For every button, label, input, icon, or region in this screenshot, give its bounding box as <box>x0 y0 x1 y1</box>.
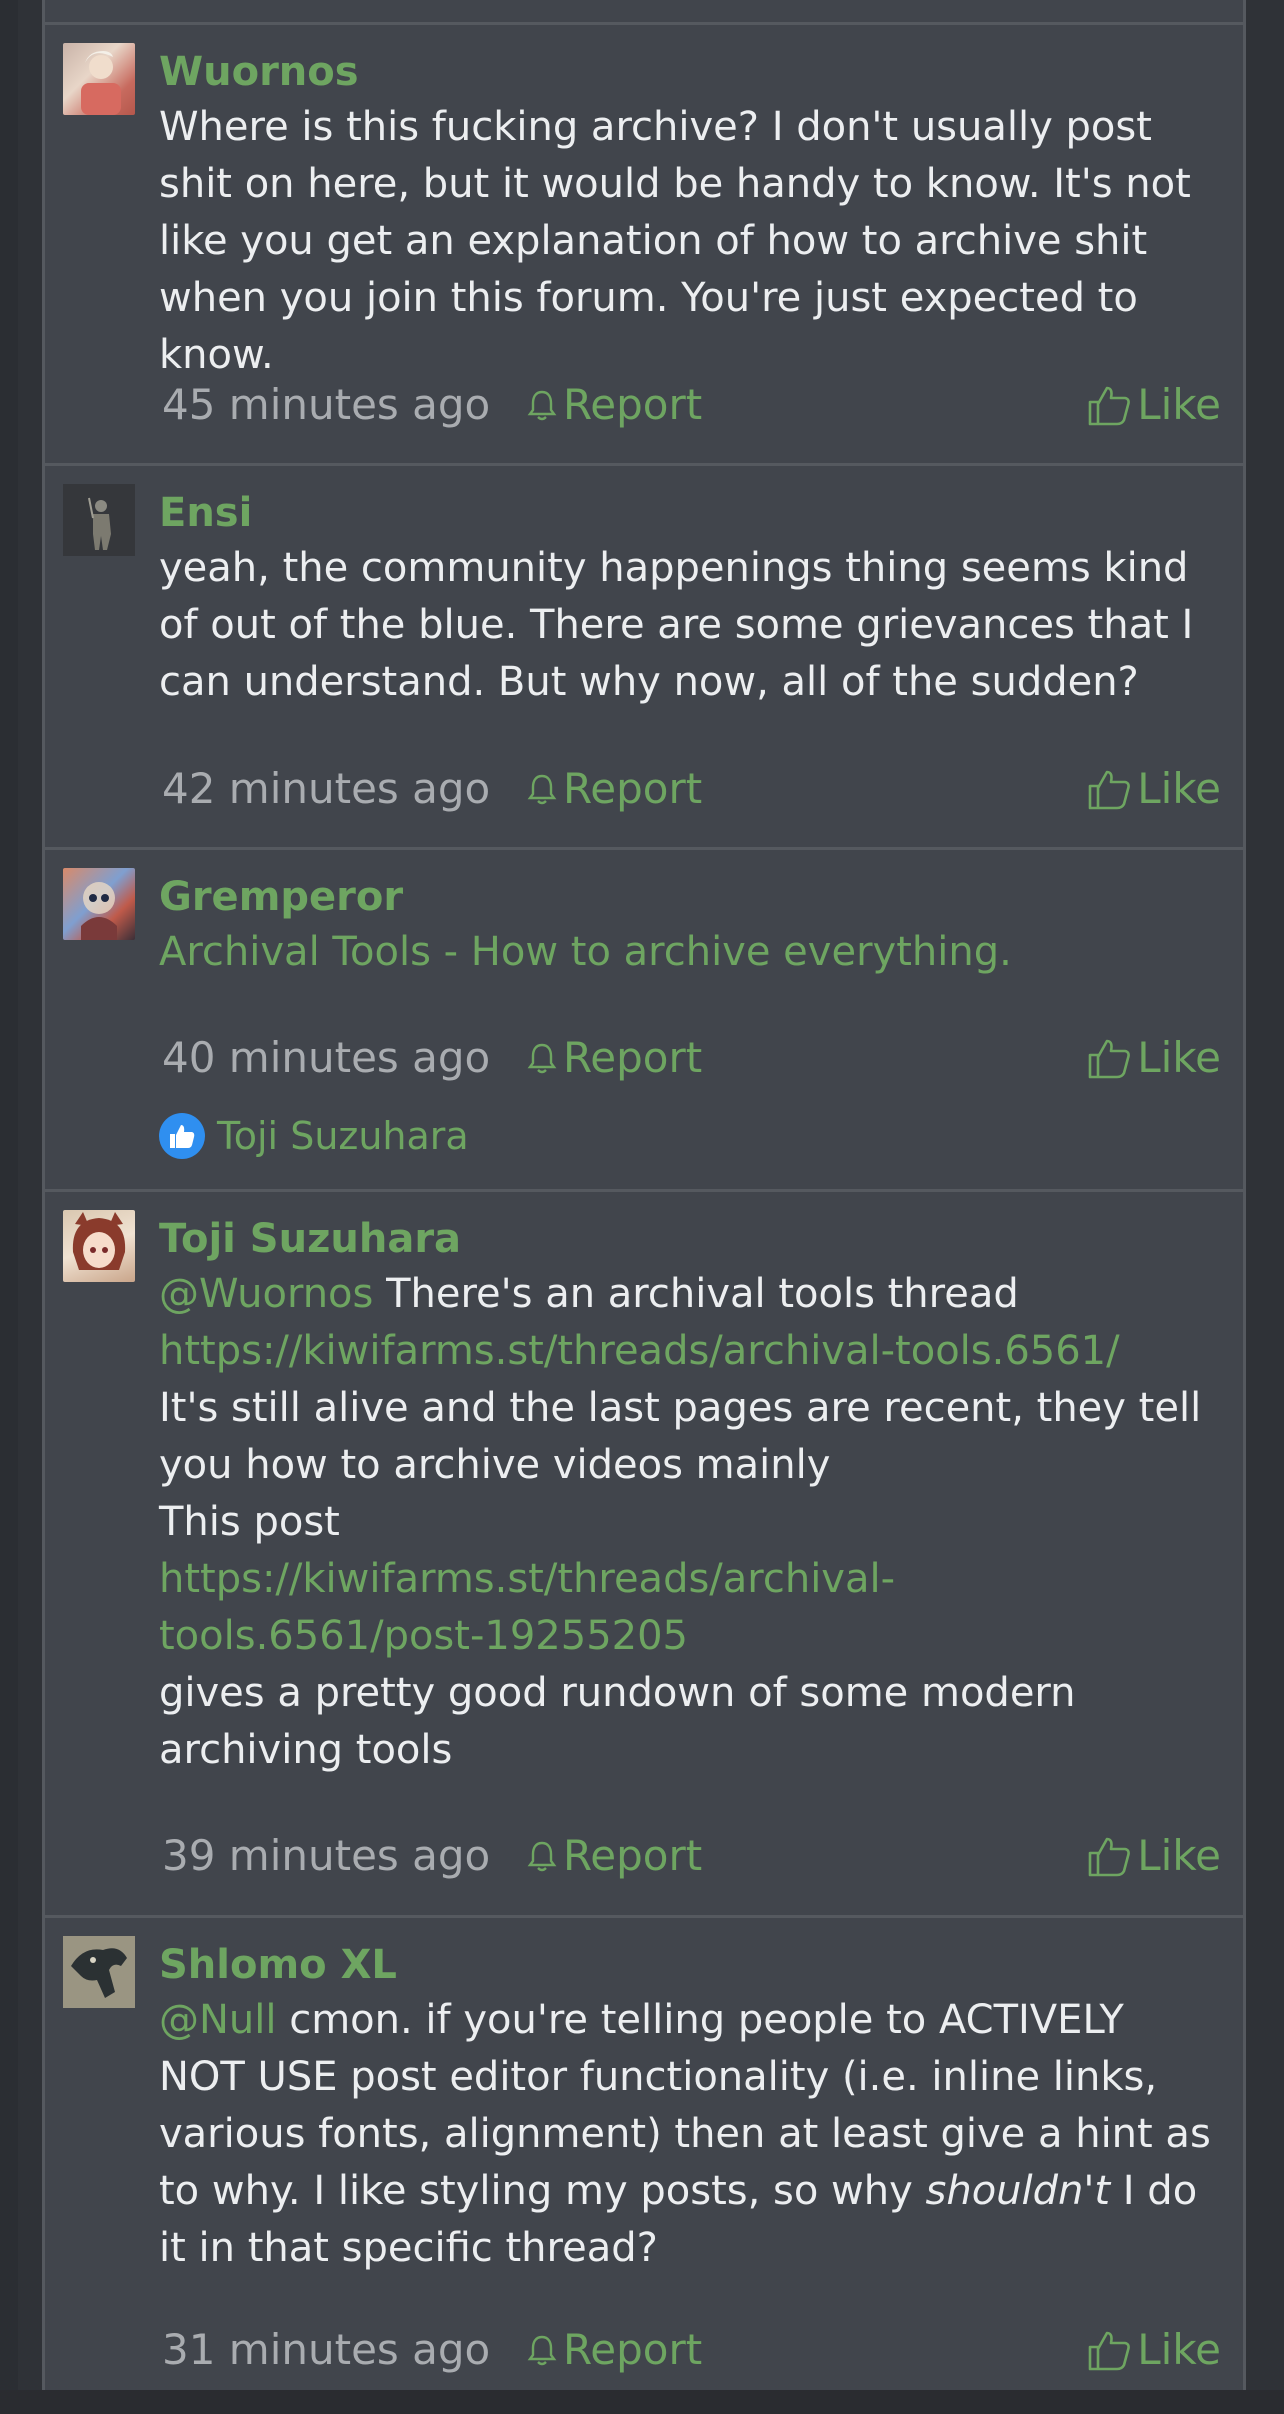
thread-container: Wuornos Where is this fucking archive? I… <box>42 0 1246 2390</box>
post-ensi: Ensi yeah, the community happenings thin… <box>45 466 1243 850</box>
bell-icon <box>527 390 557 421</box>
thumbs-up-icon <box>1088 386 1131 426</box>
like-button[interactable]: Like <box>1087 761 1221 817</box>
bell-icon <box>527 2335 557 2366</box>
bottom-bar <box>0 2390 1284 2414</box>
post-timestamp[interactable]: 42 minutes ago <box>162 761 490 817</box>
reacted-user-link[interactable]: Toji Suzuhara <box>217 1114 469 1158</box>
post-timestamp[interactable]: 40 minutes ago <box>162 1030 490 1086</box>
reactions-bar: Toji Suzuhara <box>159 1110 469 1162</box>
thumbs-up-icon <box>1088 1039 1131 1079</box>
post-timestamp[interactable]: 31 minutes ago <box>162 2322 490 2378</box>
avatar-figure-icon <box>63 484 135 556</box>
post-url-link[interactable]: https://kiwifarms.st/threads/archival-to… <box>159 1556 895 1659</box>
post-author[interactable]: Wuornos <box>159 45 1221 99</box>
post-actions: 42 minutes ago Report Like <box>162 761 1221 817</box>
report-button[interactable]: Report <box>527 377 702 433</box>
report-label: Report <box>563 2325 703 2374</box>
thumbs-up-icon <box>1088 2331 1131 2371</box>
post-author[interactable]: Gremperor <box>159 870 1221 924</box>
avatar-portrait-icon <box>81 51 121 115</box>
avatar-creature-icon <box>63 1936 135 2008</box>
thread-link[interactable]: Archival Tools - How to archive everythi… <box>159 929 1012 975</box>
post-author[interactable]: Shlomo XL <box>159 1938 1221 1992</box>
post-url-part: https://kiwifarms.st/threads/archival- <box>159 1556 896 1602</box>
user-mention[interactable]: @Wuornos <box>159 1271 373 1317</box>
body-emphasis: shouldn't <box>925 2168 1111 2214</box>
report-label: Report <box>563 1831 703 1880</box>
post-actions: 31 minutes ago Report Like <box>162 2322 1221 2378</box>
bell-icon <box>527 1043 557 1074</box>
post-body: @Wuornos There's an archival tools threa… <box>159 1266 1221 1779</box>
post-shlomo: Shlomo XL @Null cmon. if you're telling … <box>45 1918 1243 2398</box>
avatar[interactable] <box>63 1936 135 2008</box>
user-mention[interactable]: @Null <box>159 1997 277 2043</box>
like-label: Like <box>1137 1033 1221 1082</box>
body-line: There's an archival tools thread <box>386 1271 1019 1317</box>
post-actions: 40 minutes ago Report Like <box>162 1030 1221 1086</box>
report-button[interactable]: Report <box>527 761 702 817</box>
avatar[interactable] <box>63 868 135 940</box>
post-body: @Null cmon. if you're telling people to … <box>159 1992 1221 2277</box>
avatar[interactable] <box>63 484 135 556</box>
bell-icon <box>527 1841 557 1872</box>
body-line: It's still alive and the last pages are … <box>159 1385 1202 1488</box>
post-body: Where is this fucking archive? I don't u… <box>159 104 1191 378</box>
report-button[interactable]: Report <box>527 1828 702 1884</box>
post-author[interactable]: Toji Suzuhara <box>159 1212 1221 1266</box>
post-toji: Toji Suzuhara @Wuornos There's an archiv… <box>45 1192 1243 1918</box>
report-label: Report <box>563 1033 703 1082</box>
post-wuornos: Wuornos Where is this fucking archive? I… <box>45 25 1243 466</box>
post-author[interactable]: Ensi <box>159 486 1221 540</box>
like-button[interactable]: Like <box>1087 377 1221 433</box>
post-timestamp[interactable]: 39 minutes ago <box>162 1828 490 1884</box>
thumbs-up-icon <box>1088 770 1131 810</box>
report-button[interactable]: Report <box>527 2322 702 2378</box>
like-label: Like <box>1137 380 1221 429</box>
post-gremperor: Gremperor Archival Tools - How to archiv… <box>45 850 1243 1192</box>
like-button[interactable]: Like <box>1087 1828 1221 1884</box>
thumbs-up-icon <box>1088 1837 1131 1877</box>
post-timestamp[interactable]: 45 minutes ago <box>162 377 490 433</box>
report-button[interactable]: Report <box>527 1030 702 1086</box>
avatar-character-icon <box>81 882 117 940</box>
post-url-part: tools.6561/post-19255205 <box>159 1613 688 1659</box>
bell-icon <box>527 774 557 805</box>
like-label: Like <box>1137 764 1221 813</box>
page-edge <box>0 0 18 2414</box>
like-button[interactable]: Like <box>1087 1030 1221 1086</box>
thumbs-up-icon <box>170 1125 195 1148</box>
like-label: Like <box>1137 2325 1221 2374</box>
post-actions: 39 minutes ago Report Like <box>162 1828 1221 1884</box>
avatar-anime-icon <box>72 1212 126 1270</box>
avatar[interactable] <box>63 43 135 115</box>
body-line: gives a pretty good rundown of some mode… <box>159 1670 1076 1773</box>
report-label: Report <box>563 764 703 813</box>
post-body: yeah, the community happenings thing see… <box>159 545 1194 705</box>
previous-post-edge <box>45 0 1243 25</box>
body-line: This post <box>159 1499 340 1545</box>
like-button[interactable]: Like <box>1087 2322 1221 2378</box>
like-label: Like <box>1137 1831 1221 1880</box>
report-label: Report <box>563 380 703 429</box>
thread-url-link[interactable]: https://kiwifarms.st/threads/archival-to… <box>159 1328 1120 1374</box>
like-reaction-icon <box>159 1113 205 1159</box>
post-actions: 45 minutes ago Report Like <box>162 377 1221 433</box>
avatar[interactable] <box>63 1210 135 1282</box>
